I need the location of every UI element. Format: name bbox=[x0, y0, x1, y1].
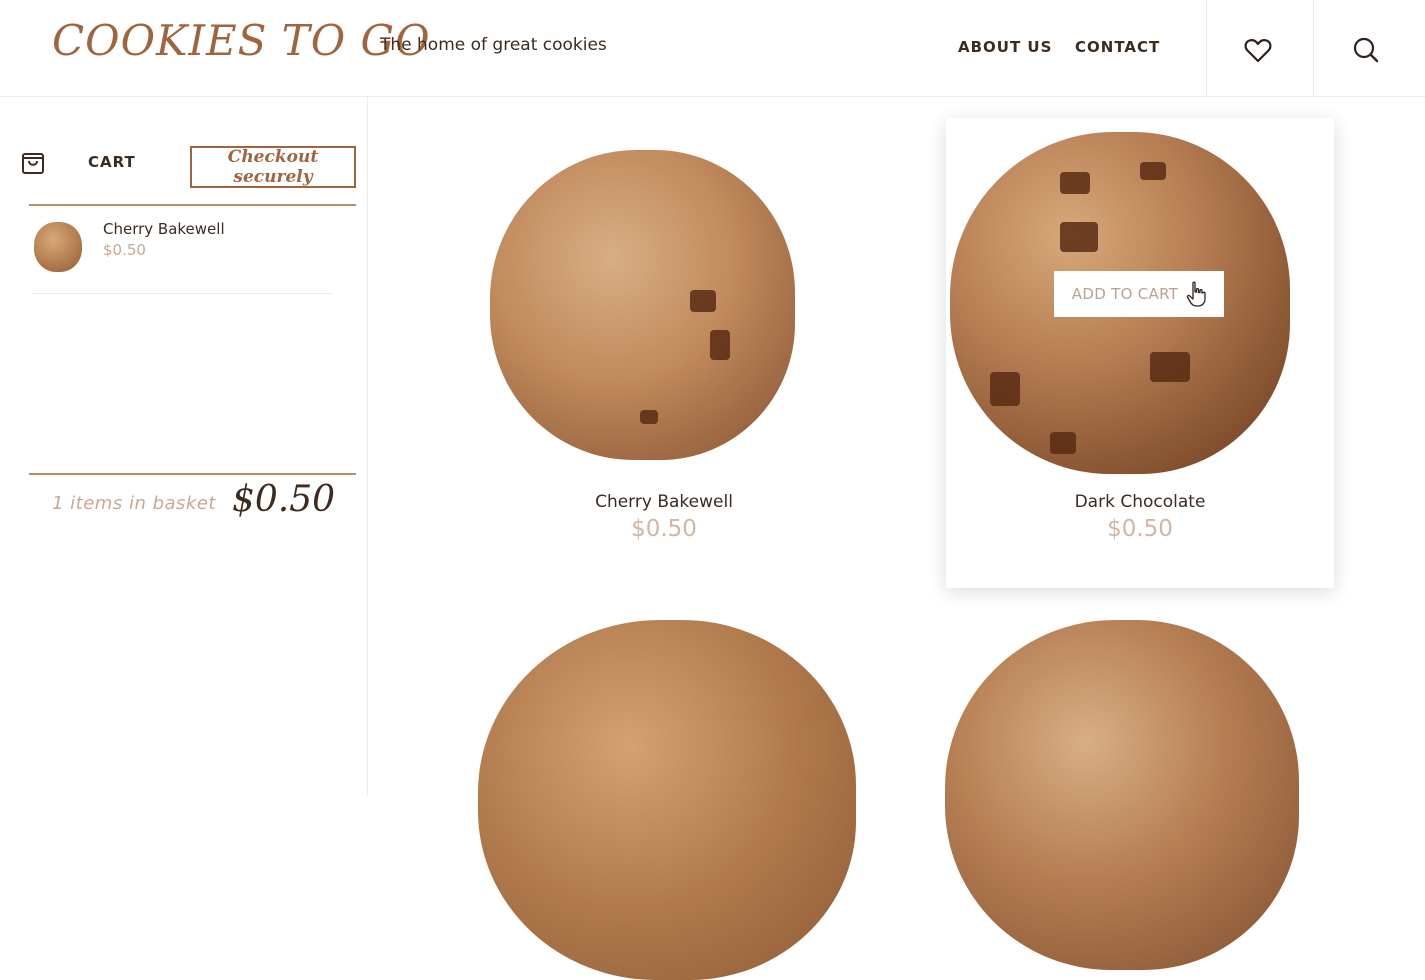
cart-item-name: Cherry Bakewell bbox=[103, 220, 225, 238]
basket-count: 1 items in basket bbox=[52, 493, 216, 514]
cart-heading: CART bbox=[88, 153, 136, 171]
cart-item[interactable]: Cherry Bakewell $0.50 bbox=[34, 220, 334, 290]
divider bbox=[32, 293, 332, 294]
chocolate-chunk bbox=[990, 372, 1020, 406]
product-image[interactable] bbox=[945, 620, 1299, 970]
product-name: Cherry Bakewell bbox=[595, 492, 733, 512]
chocolate-chunk bbox=[1060, 172, 1090, 194]
nav-about-us[interactable]: ABOUT US bbox=[958, 38, 1052, 56]
cart-item-thumbnail bbox=[34, 222, 82, 272]
shopping-bag-icon bbox=[22, 153, 44, 174]
chocolate-chunk bbox=[1150, 352, 1190, 382]
product-price: $0.50 bbox=[1107, 516, 1173, 542]
product-image[interactable] bbox=[478, 620, 856, 980]
favorites-button[interactable] bbox=[1238, 30, 1278, 70]
hand-cursor-icon bbox=[1186, 281, 1206, 307]
header-divider bbox=[1313, 0, 1314, 97]
chocolate-chunk bbox=[710, 330, 730, 360]
chocolate-chunk bbox=[690, 290, 716, 312]
search-button[interactable] bbox=[1346, 30, 1386, 70]
basket-total: $0.50 bbox=[232, 479, 336, 520]
divider bbox=[29, 204, 356, 206]
product-card[interactable]: ADD TO CART Dark Chocolate $0.50 bbox=[946, 118, 1334, 588]
add-to-cart-label: ADD TO CART bbox=[1071, 285, 1179, 303]
divider bbox=[29, 473, 356, 475]
add-to-cart-button[interactable]: ADD TO CART bbox=[1054, 271, 1224, 317]
site-header: COOKIES TO GO The home of great cookies … bbox=[0, 0, 1425, 97]
product-price: $0.50 bbox=[631, 516, 697, 542]
header-divider bbox=[1206, 0, 1207, 97]
checkout-button[interactable]: Checkout securely bbox=[190, 146, 356, 188]
heart-icon bbox=[1244, 39, 1272, 63]
chocolate-chunk bbox=[1060, 222, 1098, 252]
brand-logo[interactable]: COOKIES TO GO bbox=[52, 16, 431, 65]
tagline: The home of great cookies bbox=[380, 35, 607, 55]
product-image[interactable] bbox=[490, 150, 795, 460]
chocolate-chunk bbox=[640, 410, 658, 424]
chocolate-chunk bbox=[1050, 432, 1076, 454]
cart-sidebar: CART Checkout securely Cherry Bakewell $… bbox=[0, 97, 368, 796]
search-icon bbox=[1353, 37, 1379, 63]
product-name: Dark Chocolate bbox=[1074, 492, 1206, 512]
chocolate-chunk bbox=[1140, 162, 1166, 180]
product-card[interactable]: Cherry Bakewell $0.50 bbox=[470, 118, 858, 588]
cart-item-price: $0.50 bbox=[103, 241, 146, 259]
nav-contact[interactable]: CONTACT bbox=[1075, 38, 1160, 56]
